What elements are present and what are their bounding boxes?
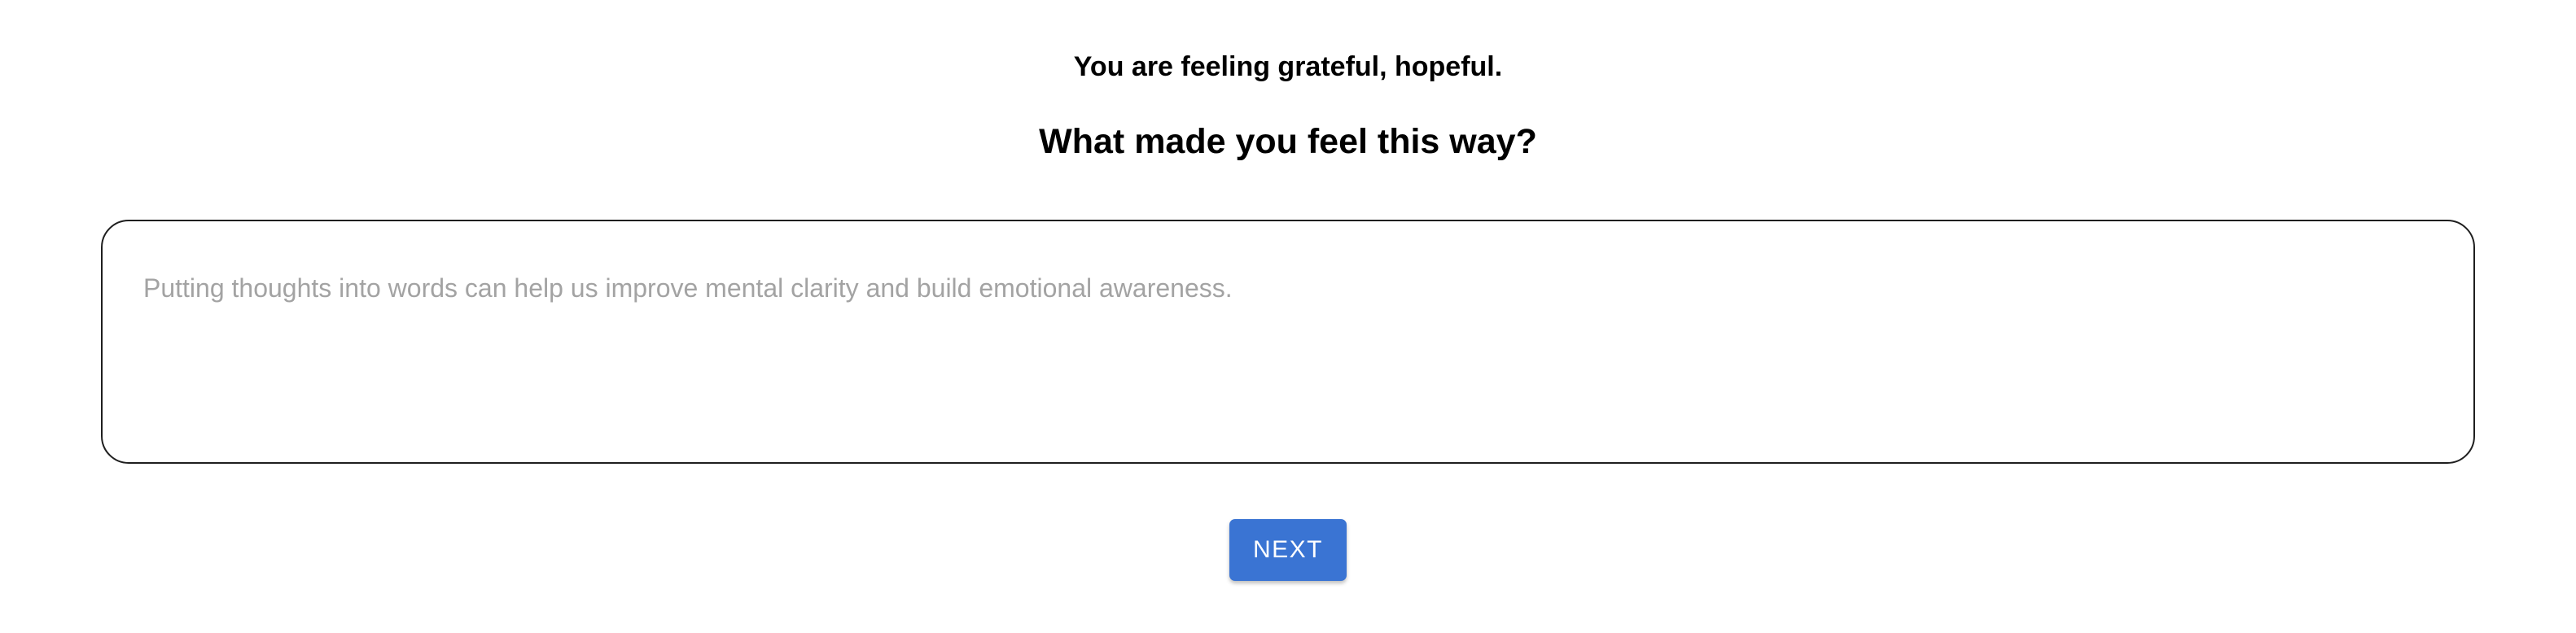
- feeling-summary: You are feeling grateful, hopeful.: [1073, 51, 1503, 82]
- journal-entry-textarea[interactable]: [143, 270, 2423, 433]
- journal-entry-container[interactable]: [101, 220, 2475, 464]
- next-button[interactable]: NEXT: [1229, 519, 1347, 581]
- prompt-question: What made you feel this way?: [1039, 122, 1537, 161]
- journal-prompt-page: You are feeling grateful, hopeful. What …: [0, 0, 2576, 633]
